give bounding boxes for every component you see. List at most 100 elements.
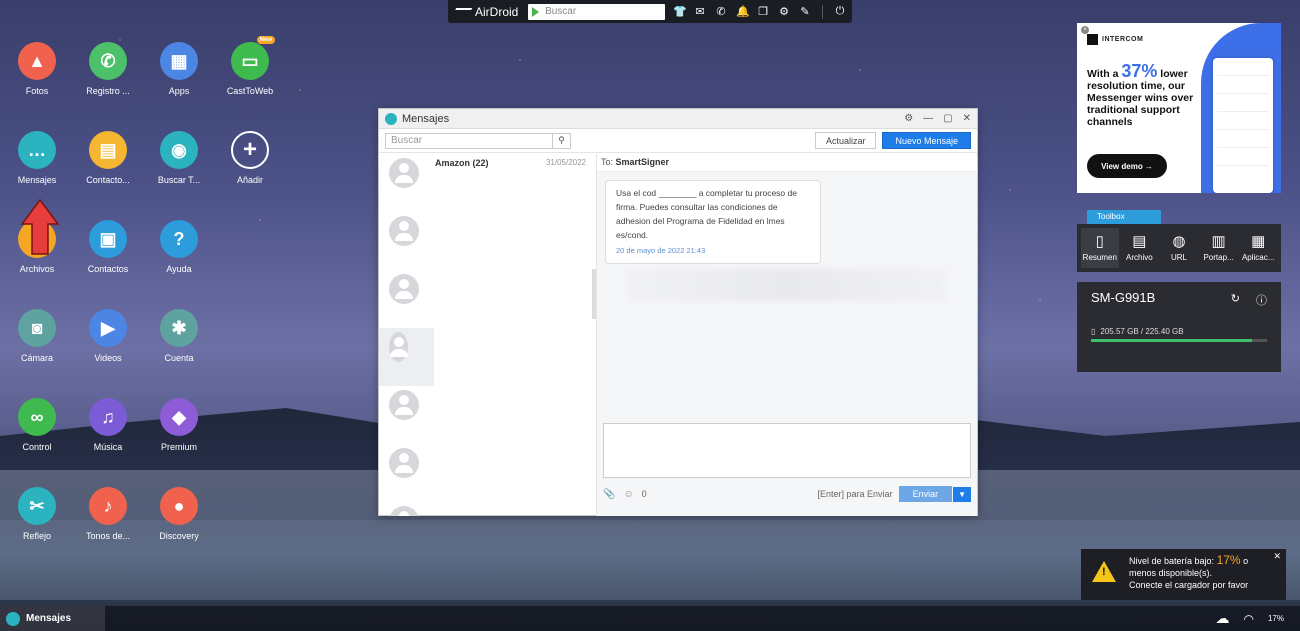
globe-icon: ◍ xyxy=(1172,233,1186,250)
desktop-app-18[interactable]: ♪ Tonos de... xyxy=(73,487,143,541)
send-button[interactable]: Enviar xyxy=(898,486,953,502)
phone-icon: ▯ xyxy=(1095,233,1104,250)
toolbox-item-1[interactable]: ▤ Archivo xyxy=(1121,228,1159,268)
desktop-app-7[interactable]: + Añadir xyxy=(215,131,285,185)
view-demo-button[interactable]: View demo → xyxy=(1087,154,1167,178)
desktop-app-9[interactable]: ▣ Contactos xyxy=(73,220,143,274)
cloud-icon[interactable]: ☁ xyxy=(1216,610,1230,627)
desktop-app-label: Contactos xyxy=(87,264,129,274)
toolbox-item-label: URL xyxy=(1170,253,1187,262)
desktop-app-label: Premium xyxy=(160,442,197,452)
desktop-app-12[interactable]: ▶ Videos xyxy=(73,309,143,363)
tshirt-icon[interactable]: 👕 xyxy=(673,5,687,19)
battery-line-1: Nivel de batería bajo: 17% o xyxy=(1129,554,1276,567)
maximize-icon[interactable]: ▢ xyxy=(943,113,952,124)
desktop-app-label: Control xyxy=(22,442,52,452)
toolbox-item-3[interactable]: ▥ Portap... xyxy=(1200,228,1238,268)
ad-headline: With a 37% lower resolution time, our Me… xyxy=(1087,62,1195,128)
close-icon[interactable]: ✕ xyxy=(963,113,971,124)
ad-phone-row xyxy=(1217,136,1269,148)
intercom-ad[interactable]: × INTERCOM With a 37% lower resolution t… xyxy=(1077,23,1281,193)
ad-headline-pre: With a xyxy=(1087,68,1119,80)
desktop-app-2[interactable]: ▦ Apps xyxy=(144,42,214,96)
settings-icon[interactable]: ⚙ xyxy=(904,113,913,124)
conversation-name: Amazon (22) xyxy=(435,158,489,168)
play-store-search-input[interactable]: Buscar xyxy=(528,3,665,20)
taskbar-app-mensajes[interactable]: Mensajes xyxy=(0,606,105,631)
desktop-app-0[interactable]: ▲ Fotos xyxy=(2,42,72,96)
desktop-app-11[interactable]: ◙ Cámara xyxy=(2,309,72,363)
ad-phone-row xyxy=(1217,154,1269,166)
top-bar: AirDroid Buscar 👕 ✉ ✆ 🔔 ❐ ⚙ ✎ ⏻ xyxy=(448,0,852,23)
warning-icon xyxy=(1092,561,1116,582)
chevron-down-icon[interactable]: ▼ xyxy=(953,486,971,502)
toolbox-item-4[interactable]: ▦ Aplicac... xyxy=(1239,228,1277,268)
conversation-item[interactable] xyxy=(379,328,434,386)
conversation-scrollbar[interactable] xyxy=(592,269,596,319)
close-icon[interactable]: ✕ xyxy=(1273,550,1281,562)
phone-icon[interactable]: ✆ xyxy=(715,5,727,19)
desktop-app-3[interactable]: ▭ New CastToWeb xyxy=(215,36,285,96)
device-panel: SM-G991B ↻ ⓘ ▯ 205.57 GB / 225.40 GB xyxy=(1077,282,1281,372)
desktop-app-1[interactable]: ✆ Registro ... xyxy=(73,42,143,96)
conversation-date: 31/05/2022 xyxy=(545,158,586,167)
desktop-app-17[interactable]: ✂ Reflejo xyxy=(2,487,72,541)
battery-text-post: o xyxy=(1243,556,1249,566)
logo-text: AirDroid xyxy=(475,4,519,19)
search-icon[interactable]: ⚲ xyxy=(552,133,570,148)
toolbox-tab[interactable]: Toolbox xyxy=(1087,210,1161,224)
taskbar: Mensajes ☁ ◠ 17% xyxy=(0,606,1300,631)
refresh-icon[interactable]: ↻ xyxy=(1231,292,1240,308)
compose-input[interactable] xyxy=(603,423,971,478)
desktop-app-14[interactable]: ∞ Control xyxy=(2,398,72,452)
message-search-input[interactable]: Buscar ⚲ xyxy=(385,132,571,149)
emoji-icon[interactable]: ☺ xyxy=(623,489,633,500)
pen-icon[interactable]: ✎ xyxy=(799,5,811,19)
apps-icon: ▦ xyxy=(160,42,198,80)
desktop-app-5[interactable]: ▤ Contacto... xyxy=(73,131,143,185)
diamond-icon: ◆ xyxy=(160,398,198,436)
desktop-app-4[interactable]: … Mensajes xyxy=(2,131,72,185)
desktop-app-13[interactable]: ✱ Cuenta xyxy=(144,309,214,363)
avatar xyxy=(389,158,419,188)
conversation-item[interactable] xyxy=(379,502,596,516)
power-icon[interactable]: ⏻ xyxy=(834,5,846,19)
toolbox-item-0[interactable]: ▯ Resumen xyxy=(1081,228,1119,268)
divider xyxy=(822,4,823,19)
music-icon: ♫ xyxy=(89,398,127,436)
conversation-item[interactable] xyxy=(379,270,596,328)
conversation-item[interactable]: Amazon (22) 31/05/2022 xyxy=(379,154,596,212)
desktop-app-10[interactable]: ? Ayuda xyxy=(144,220,214,274)
bell-icon: ♪ xyxy=(89,487,127,525)
mail-icon[interactable]: ✉ xyxy=(694,5,706,19)
attach-icon[interactable]: 📎 xyxy=(603,489,615,500)
gear-icon[interactable]: ⚙ xyxy=(778,5,790,19)
storage-bar-fill xyxy=(1091,339,1252,342)
new-message-button[interactable]: Nuevo Mensaje xyxy=(882,132,971,149)
desktop-app-label: Discovery xyxy=(159,531,199,541)
ad-close-icon[interactable]: × xyxy=(1081,26,1089,34)
toolbox-item-2[interactable]: ◍ URL xyxy=(1160,228,1198,268)
toolbox-panel: ▯ Resumen ▤ Archivo ◍ URL ▥ Portap... ▦ Aplicac..… xyxy=(1077,224,1281,272)
bell-icon[interactable]: 🔔 xyxy=(736,5,750,19)
copy-icon[interactable]: ❐ xyxy=(757,5,769,19)
system-tray: ☁ ◠ 17% xyxy=(1216,610,1300,627)
battery-level: 17% xyxy=(1267,614,1284,623)
minimize-icon[interactable]: — xyxy=(923,113,933,124)
avatar xyxy=(389,506,419,516)
conversation-item[interactable] xyxy=(379,386,596,444)
desktop-app-19[interactable]: ● Discovery xyxy=(144,487,214,541)
desktop-app-16[interactable]: ◆ Premium xyxy=(144,398,214,452)
desktop-app-label: Buscar T... xyxy=(157,175,201,185)
conversation-item[interactable] xyxy=(379,444,596,502)
conversation-item[interactable] xyxy=(379,212,596,270)
window-titlebar[interactable]: Mensajes ⚙ — ▢ ✕ xyxy=(379,109,977,129)
update-button[interactable]: Actualizar xyxy=(814,132,877,149)
desktop-app-label: Música xyxy=(93,442,123,452)
intercom-logo: INTERCOM xyxy=(1087,34,1143,45)
desktop-app-15[interactable]: ♫ Música xyxy=(73,398,143,452)
intercom-logo-icon xyxy=(1087,34,1098,45)
desktop-app-6[interactable]: ◉ Buscar T... xyxy=(144,131,214,185)
taskbar-app-label: Mensajes xyxy=(26,613,72,624)
info-icon[interactable]: ⓘ xyxy=(1256,292,1267,308)
